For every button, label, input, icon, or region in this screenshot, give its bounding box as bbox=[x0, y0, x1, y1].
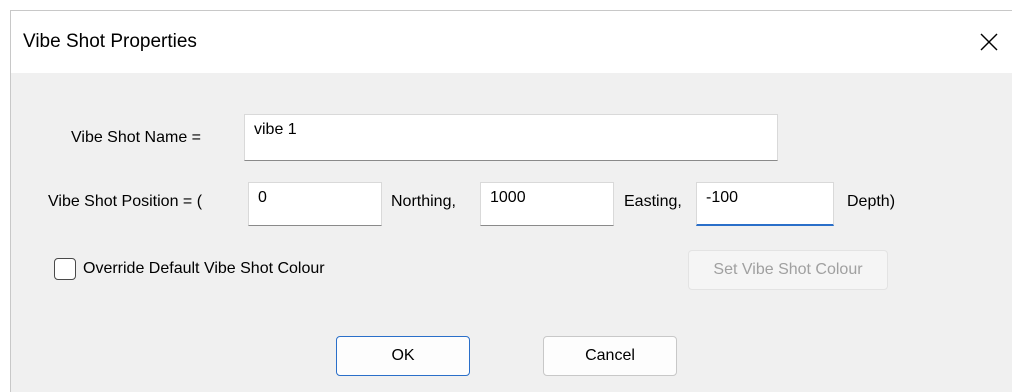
override-colour-checkbox[interactable] bbox=[54, 258, 76, 280]
cancel-button[interactable]: Cancel bbox=[543, 336, 677, 376]
dialog-title: Vibe Shot Properties bbox=[23, 31, 197, 52]
easting-label: Easting, bbox=[624, 193, 682, 210]
northing-label: Northing, bbox=[391, 193, 456, 210]
vibe-shot-name-label: Vibe Shot Name = bbox=[71, 129, 202, 146]
close-icon bbox=[980, 33, 998, 51]
northing-input[interactable]: 0 bbox=[248, 182, 382, 226]
close-button[interactable] bbox=[966, 11, 1012, 73]
ok-button[interactable]: OK bbox=[336, 336, 470, 376]
vibe-shot-properties-dialog: Vibe Shot Properties Vibe Shot Name = vi… bbox=[10, 10, 1012, 392]
easting-input[interactable]: 1000 bbox=[480, 182, 614, 226]
vibe-shot-position-label: Vibe Shot Position = ( bbox=[48, 193, 203, 210]
title-bar: Vibe Shot Properties bbox=[11, 11, 1012, 73]
depth-label: Depth) bbox=[847, 193, 896, 210]
depth-input[interactable]: -100 bbox=[696, 182, 834, 226]
vibe-shot-name-input[interactable]: vibe 1 bbox=[244, 114, 778, 161]
set-vibe-shot-colour-button[interactable]: Set Vibe Shot Colour bbox=[688, 250, 888, 290]
override-colour-label[interactable]: Override Default Vibe Shot Colour bbox=[83, 260, 325, 278]
